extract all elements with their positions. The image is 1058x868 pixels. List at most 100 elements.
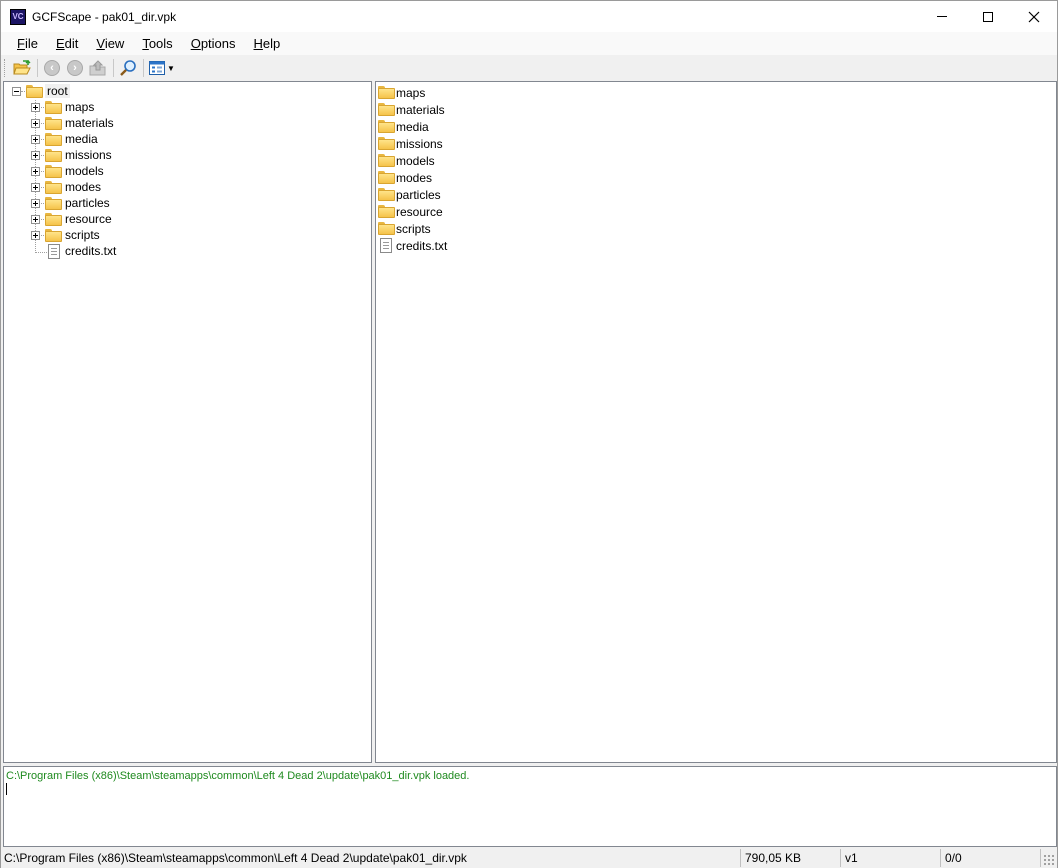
list-item[interactable]: maps [378,84,425,101]
up-button[interactable] [87,57,109,79]
tree-root-label[interactable]: root [45,84,70,98]
folder-icon [45,149,62,162]
menu-view[interactable]: View [87,32,133,55]
forward-button[interactable]: › [64,57,86,79]
status-divider [940,849,941,867]
menu-edit-rest: dit [64,36,79,51]
list-item[interactable]: credits.txt [378,237,447,254]
log-message: C:\Program Files (x86)\Steam\steamapps\c… [6,770,470,782]
tree-expand[interactable] [31,231,40,240]
minimize-button[interactable] [919,1,965,32]
tree-connector [41,139,44,140]
folder-icon [378,137,395,150]
status-size: 790,05 KB [745,851,802,865]
list-item[interactable]: media [378,118,429,135]
tree-expand[interactable] [31,167,40,176]
close-icon [1028,11,1040,22]
list-item-label: media [396,119,429,134]
open-folder-icon [13,60,31,75]
chevron-down-icon: ▼ [167,63,175,73]
find-button[interactable] [117,57,139,79]
text-caret [6,783,7,795]
app-window: VC GCFScape - pak01_dir.vpk File Edit Vi… [0,0,1058,868]
maximize-button[interactable] [965,1,1011,32]
tree-expand[interactable] [31,199,40,208]
folder-icon [378,154,395,167]
folder-icon [45,165,62,178]
menu-help-rest: elp [262,36,281,51]
up-icon [89,60,106,76]
list-item[interactable]: scripts [378,220,431,237]
toolbar-separator [37,59,38,77]
tree-item-label: media [65,132,98,146]
tree-connector [41,219,44,220]
list-item[interactable]: models [378,152,435,169]
open-button[interactable] [11,57,33,79]
folder-icon [45,197,62,210]
menu-tools[interactable]: Tools [133,32,181,55]
list-item[interactable]: materials [378,101,445,118]
menu-options-rest: ptions [200,36,236,51]
forward-icon: › [67,60,83,76]
tree-connector [41,107,44,108]
menu-options[interactable]: Options [182,32,245,55]
list-item[interactable]: particles [378,186,441,203]
status-version: v1 [845,851,858,865]
status-count: 0/0 [945,851,962,865]
tree-expand[interactable] [31,215,40,224]
tree-item-label: scripts [65,228,100,242]
list-item-label: modes [396,170,433,185]
tree-connector [41,123,44,124]
list-item-label: resource [396,204,443,219]
folder-icon [45,181,62,194]
maximize-icon [983,11,993,22]
tree-expand[interactable] [31,119,40,128]
menu-file-accel: F [17,36,25,51]
tree-connector [41,235,44,236]
text-file-icon [48,244,60,259]
toolbar: ‹ › ▼ [1,55,1057,81]
list-item-label: materials [396,102,445,117]
toolbar-separator [113,59,114,77]
status-divider [1040,849,1041,867]
menu-view-accel: V [96,36,105,51]
tree-item-label: particles [65,196,110,210]
folder-tree[interactable]: root maps materials media missions model… [3,81,372,763]
folder-icon [45,229,62,242]
back-button[interactable]: ‹ [41,57,63,79]
list-item[interactable]: modes [378,169,432,186]
folder-icon [45,101,62,114]
tree-expand[interactable] [31,183,40,192]
view-mode-icon [149,61,166,75]
console-log[interactable]: C:\Program Files (x86)\Steam\steamapps\c… [3,766,1057,847]
status-bar: C:\Program Files (x86)\Steam\steamapps\c… [1,848,1057,868]
tree-collapse-root[interactable] [12,87,21,96]
folder-icon [45,117,62,130]
menu-edit[interactable]: Edit [47,32,87,55]
menu-file[interactable]: File [8,32,47,55]
status-path: C:\Program Files (x86)\Steam\steamapps\c… [4,851,467,865]
status-divider [740,849,741,867]
toolbar-separator [143,59,144,77]
window-controls [919,1,1057,32]
tree-item-label: models [65,164,104,178]
list-item[interactable]: missions [378,135,443,152]
tree-expand[interactable] [31,151,40,160]
file-list[interactable]: maps materials media missions models mod… [375,81,1057,763]
tree-connector [41,155,44,156]
resize-grip-icon[interactable] [1043,854,1055,866]
tree-expand[interactable] [31,135,40,144]
tree-connector [41,203,44,204]
toolbar-grip[interactable] [4,59,7,77]
menu-help[interactable]: Help [245,32,290,55]
folder-icon [378,222,395,235]
list-item[interactable]: resource [378,203,443,220]
tree-item-label: credits.txt [65,244,117,258]
list-item-label: models [396,153,435,168]
find-icon [120,60,136,76]
view-mode-button[interactable]: ▼ [147,57,177,79]
folder-icon [45,213,62,226]
tree-expand[interactable] [31,103,40,112]
tree-connector [41,187,44,188]
close-button[interactable] [1011,1,1057,32]
